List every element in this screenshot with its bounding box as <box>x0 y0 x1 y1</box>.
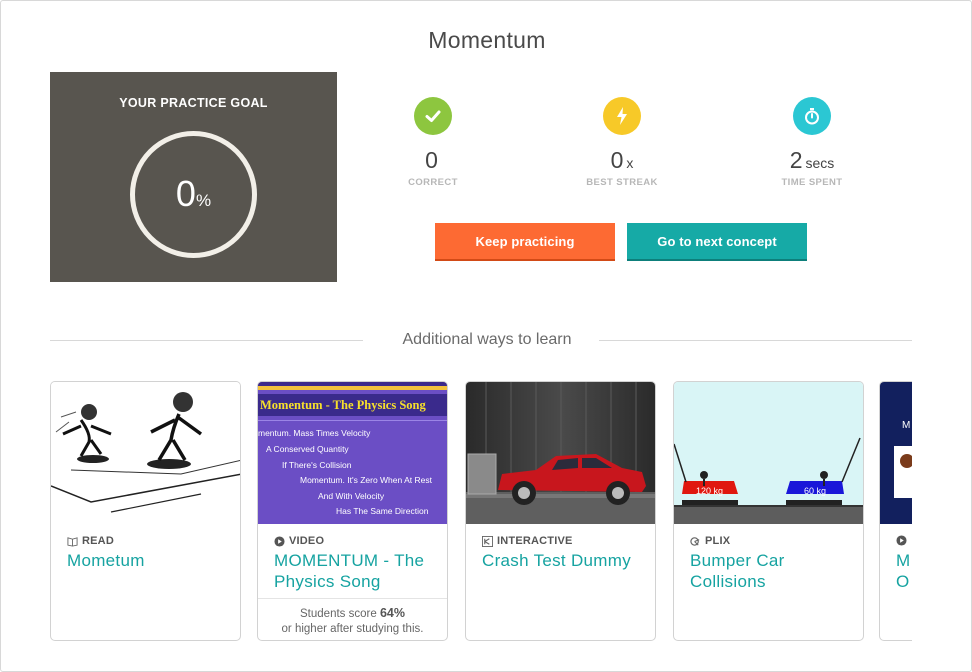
card-partial-title[interactable]: M O <box>896 550 912 592</box>
page-title: Momentum <box>428 27 546 53</box>
stat-correct: 0 CORRECT <box>363 97 503 188</box>
play-icon <box>896 535 907 546</box>
card-video-type: VIDEO <box>274 535 324 547</box>
play-icon <box>274 535 285 547</box>
stopwatch-icon <box>793 97 831 135</box>
card-read-type: READ <box>67 535 114 547</box>
video-thumb-line: mentum. Mass Times Velocity <box>258 428 371 438</box>
stat-time-spent-label: TIME SPENT <box>781 177 843 188</box>
card-read-title[interactable]: Mometum <box>67 550 232 571</box>
page-frame: Momentum YOUR PRACTICE GOAL 0% 0 CORRECT… <box>0 0 972 672</box>
stat-correct-label: CORRECT <box>408 177 458 188</box>
learning-cards-carousel: READ Mometum Momentum - The Physics Song… <box>50 381 912 643</box>
card-interactive-thumbnail <box>466 382 655 524</box>
practice-goal-title: YOUR PRACTICE GOAL <box>119 96 268 110</box>
video-thumb-banner: Momentum - The Physics Song <box>258 394 447 416</box>
lightning-icon <box>603 97 641 135</box>
stat-best-streak-value: 0x <box>610 147 634 173</box>
video-thumb-line: Has The Same Direction <box>336 506 429 516</box>
stat-time-spent-value: 2 secs <box>789 147 835 173</box>
card-plix-title[interactable]: Bumper Car Collisions <box>690 550 855 592</box>
book-icon <box>67 536 78 547</box>
card-interactive[interactable]: INTERACTIVE Crash Test Dummy <box>465 381 656 641</box>
practice-goal-ring: 0% <box>130 131 257 258</box>
plix-thumb-label: 120 kg <box>696 486 723 496</box>
practice-goal-value: 0% <box>135 173 252 215</box>
plix-thumb-label: 60 kg <box>804 486 826 496</box>
stat-correct-value: 0 <box>425 147 438 173</box>
practice-goal-panel: YOUR PRACTICE GOAL 0% <box>50 72 337 282</box>
card-interactive-title[interactable]: Crash Test Dummy <box>482 550 647 571</box>
card-partial[interactable]: M M O <box>879 381 912 641</box>
divider-right <box>599 340 912 341</box>
practice-goal-number: 0 <box>175 173 196 214</box>
card-partial-thumb-text: M <box>902 420 911 431</box>
card-interactive-type: INTERACTIVE <box>482 535 573 547</box>
video-thumb-line: Momentum. It's Zero When At Rest <box>300 475 432 485</box>
card-video[interactable]: Momentum - The Physics Song mentum. Mass… <box>257 381 448 641</box>
stat-time-spent: 2 secs TIME SPENT <box>742 97 882 188</box>
card-plix[interactable]: 120 kg 60 kg PLIX Bumper Car Collisions <box>673 381 864 641</box>
card-video-title[interactable]: MOMENTUM - The Physics Song <box>274 550 439 592</box>
card-read-thumbnail <box>51 382 240 524</box>
video-thumb-line: And With Velocity <box>318 491 385 501</box>
interactive-icon <box>482 535 493 547</box>
card-plix-thumbnail: 120 kg 60 kg <box>674 382 863 524</box>
stat-best-streak-label: BEST STREAK <box>586 177 658 188</box>
card-video-footer: Students score 64% or higher after study… <box>258 598 447 640</box>
plix-icon <box>690 536 700 546</box>
card-partial-thumbnail: M <box>880 382 912 524</box>
card-partial-type <box>896 535 911 546</box>
video-thumb-line: If There's Collision <box>282 460 352 470</box>
stat-best-streak: 0x BEST STREAK <box>552 97 692 188</box>
next-concept-button[interactable]: Go to next concept <box>627 223 807 259</box>
card-plix-type: PLIX <box>690 535 730 547</box>
practice-goal-unit: % <box>195 191 212 210</box>
card-video-thumbnail: Momentum - The Physics Song mentum. Mass… <box>258 382 447 524</box>
card-read[interactable]: READ Mometum <box>50 381 241 641</box>
checkmark-icon <box>414 97 452 135</box>
keep-practicing-button[interactable]: Keep practicing <box>435 223 615 259</box>
video-thumb-line: A Conserved Quantity <box>266 444 349 454</box>
